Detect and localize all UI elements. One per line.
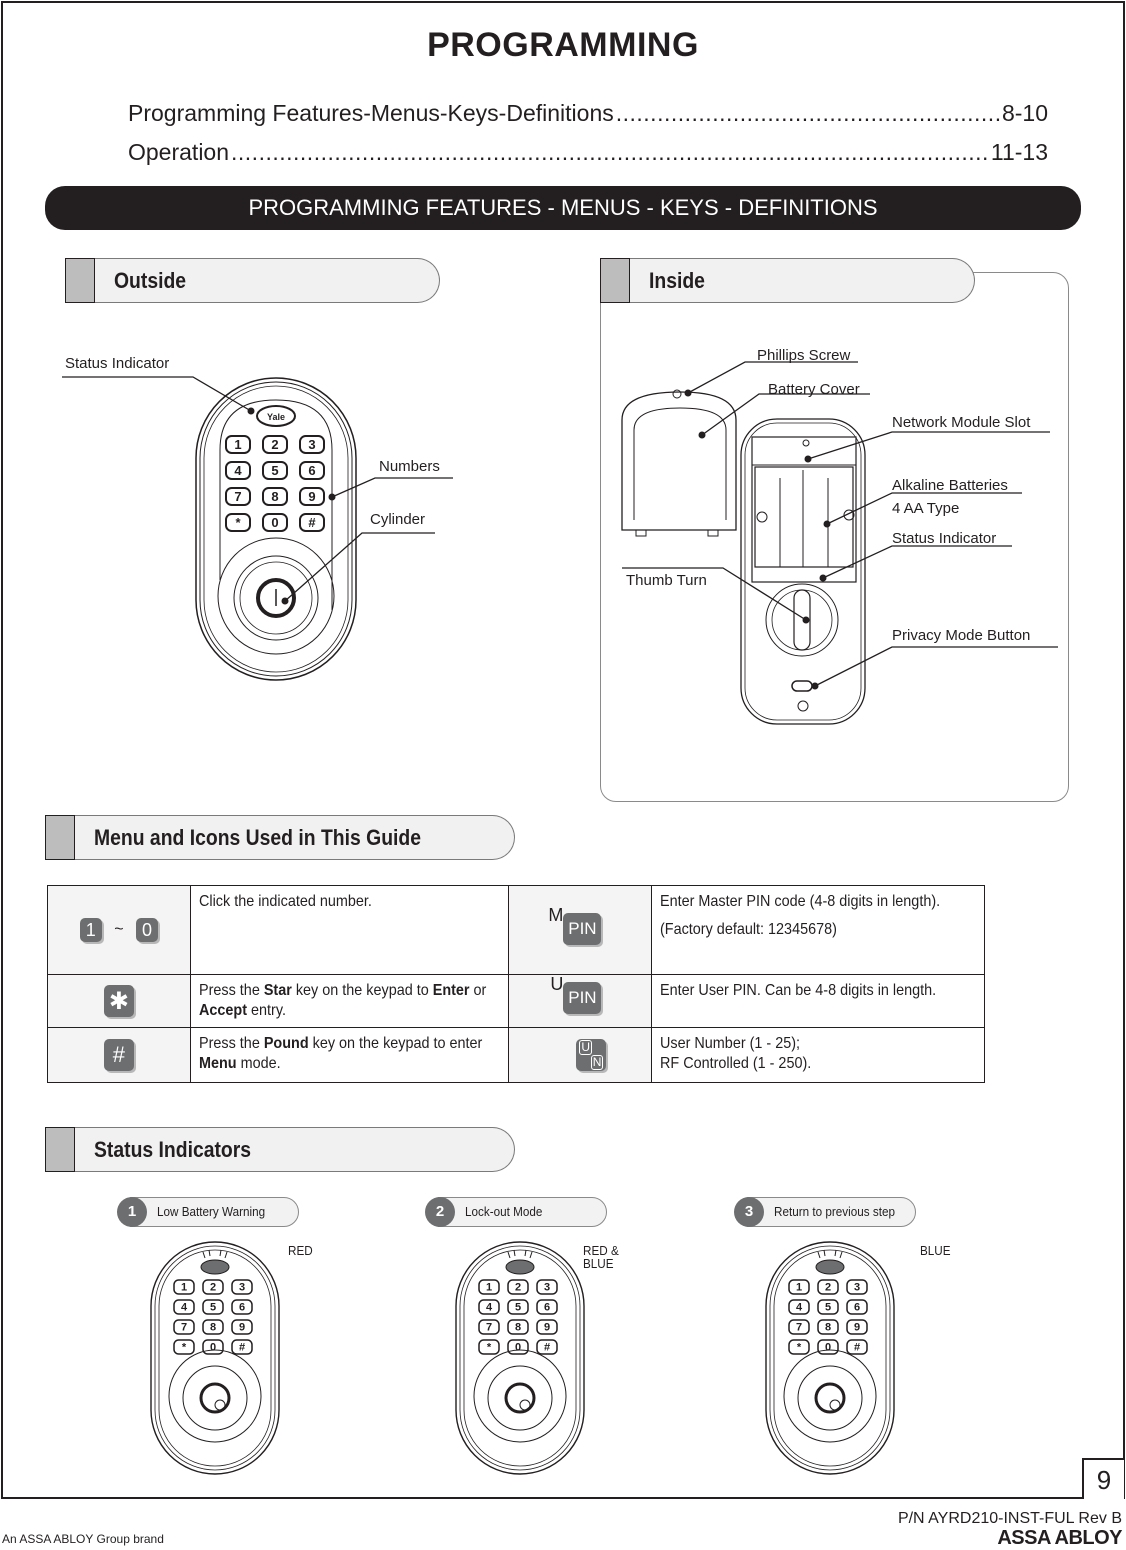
status-lock-keypad: 1 2 3 4 5 6 7 8 9 * 0 # (173, 1279, 253, 1355)
keypad-key-label: 0 (825, 1342, 831, 1354)
status-lock-keypad: 1 2 3 4 5 6 7 8 9 * 0 # (478, 1279, 558, 1355)
keypad-key-label: 2 (825, 1282, 831, 1294)
yale-logo-indicator (505, 1259, 535, 1275)
keypad-key-label: 0 (210, 1342, 216, 1354)
keypad-key-label: 9 (239, 1322, 245, 1334)
keypad-key-label: 4 (796, 1302, 803, 1314)
light-ray (507, 1251, 511, 1259)
keypad-key-label: 1 (796, 1282, 802, 1294)
keypad-key-label: 2 (210, 1282, 216, 1294)
keypad-key-label: 7 (796, 1322, 802, 1334)
keypad-key-label: 5 (825, 1302, 831, 1314)
keypad-key-label: 4 (181, 1302, 188, 1314)
keypad-key-label: 0 (515, 1342, 521, 1354)
status-lock-2 (455, 1241, 585, 1475)
keypad-key-label: 6 (854, 1302, 860, 1314)
yale-logo-indicator (200, 1259, 230, 1275)
keypad-key-label: * (487, 1342, 492, 1354)
keypad-key-label: 1 (181, 1282, 187, 1294)
keypad-key-label: 9 (854, 1322, 860, 1334)
status-lock-keypad: 1 2 3 4 5 6 7 8 9 * 0 # (788, 1279, 868, 1355)
light-ray (513, 1249, 516, 1257)
keypad-key-label: 7 (486, 1322, 492, 1334)
light-ray (208, 1249, 211, 1257)
keypad-key-label: 6 (239, 1302, 245, 1314)
keypad-key-label: 2 (515, 1282, 521, 1294)
keypad-key-label: 8 (515, 1322, 521, 1334)
keypad-key-label: 4 (486, 1302, 493, 1314)
group-brand-text: An ASSA ABLOY Group brand (2, 1532, 164, 1546)
assa-abloy-logo: ASSA ABLOY (997, 1527, 1122, 1549)
light-ray (224, 1251, 228, 1259)
keypad-key-label: 3 (239, 1282, 245, 1294)
status-lock-3 (765, 1241, 895, 1475)
page-number: 9 (1082, 1458, 1124, 1499)
status-lock-drawings: 1 2 3 4 5 6 7 8 9 * 0 #1 2 3 4 5 6 7 8 9 * 0 #1 2 3 4 5 6 7 8 9 * 0 # (150, 1241, 895, 1475)
keypad-key-label: 3 (854, 1282, 860, 1294)
keypad-key-label: 3 (544, 1282, 550, 1294)
keypad-key-label: # (854, 1342, 860, 1354)
light-ray (834, 1249, 837, 1257)
keypad-key-label: 9 (544, 1322, 550, 1334)
light-ray (839, 1251, 843, 1259)
keypad-key-label: * (797, 1342, 802, 1354)
keypad-key-label: # (544, 1342, 550, 1354)
yale-logo-indicator (815, 1259, 845, 1275)
light-ray (529, 1251, 533, 1259)
keypad-key-label: * (182, 1342, 187, 1354)
light-ray (524, 1249, 527, 1257)
part-number: P/N AYRD210-INST-FUL Rev B (897, 1510, 1122, 1527)
keypad-key-label: 1 (486, 1282, 492, 1294)
keypad-key-label: 6 (544, 1302, 550, 1314)
light-ray (823, 1249, 826, 1257)
keypad-key-label: 7 (181, 1322, 187, 1334)
light-ray (219, 1249, 222, 1257)
keypad-key-label: 8 (825, 1322, 831, 1334)
keypad-key-label: 5 (515, 1302, 521, 1314)
light-ray (202, 1251, 206, 1259)
keypad-key-label: # (239, 1342, 245, 1354)
status-lock-1 (150, 1241, 280, 1475)
keypad-key-label: 8 (210, 1322, 216, 1334)
keypad-key-label: 5 (210, 1302, 216, 1314)
light-ray (817, 1251, 821, 1259)
